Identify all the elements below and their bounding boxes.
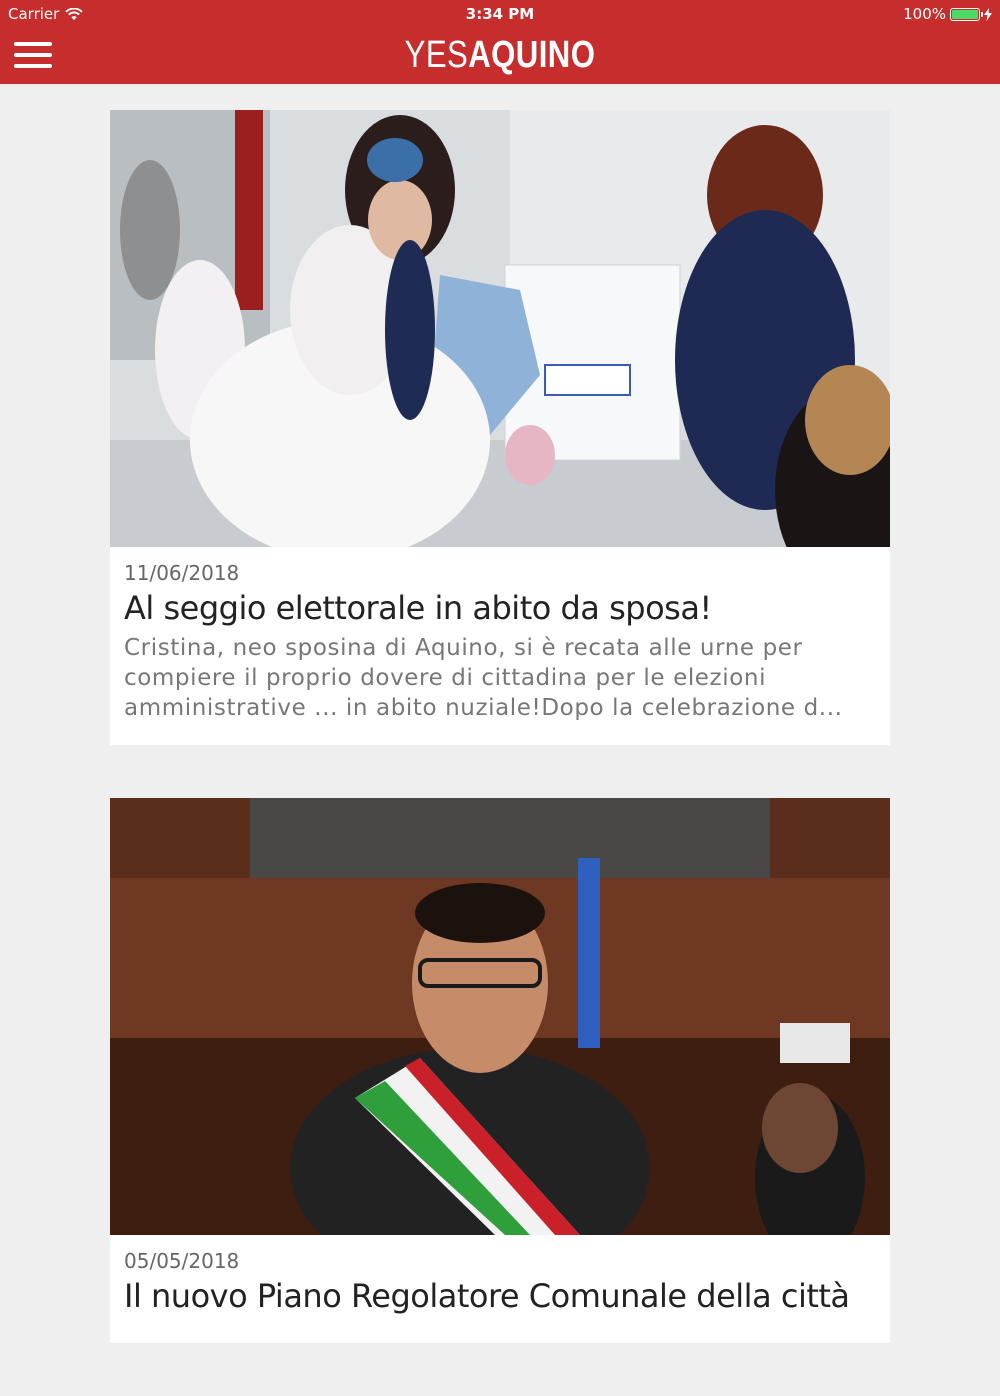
clock: 3:34 PM [465, 5, 535, 23]
article-card[interactable]: 11/06/2018 Al seggio elettorale in abito… [110, 110, 890, 745]
logo-yes: YES [404, 34, 469, 76]
mayor-photo [110, 798, 890, 1235]
app-header: YESAQUINO [0, 28, 1000, 84]
status-bar: Carrier 3:34 PM 100% [0, 0, 1000, 28]
wedding-photo [110, 110, 890, 547]
article-image-wedding[interactable] [110, 110, 890, 547]
article-feed: 11/06/2018 Al seggio elettorale in abito… [110, 110, 890, 1396]
battery-percent: 100% [903, 5, 946, 23]
article-excerpt: Cristina, neo sposina di Aquino, si è re… [124, 635, 843, 721]
article-title[interactable]: Il nuovo Piano Regolatore Comunale della… [124, 1277, 876, 1315]
hamburger-menu-icon[interactable] [14, 42, 52, 70]
article-date: 05/05/2018 [124, 1249, 240, 1273]
article-title[interactable]: Al seggio elettorale in abito da sposa! [124, 589, 876, 627]
battery-icon [950, 7, 983, 21]
app-logo[interactable]: YESAQUINO [90, 34, 910, 77]
article-date: 11/06/2018 [124, 561, 240, 585]
article-image-mayor[interactable] [110, 798, 890, 1235]
charging-icon [984, 7, 992, 21]
logo-aquino: AQUINO [468, 34, 596, 76]
article-card[interactable]: 05/05/2018 Il nuovo Piano Regolatore Com… [110, 798, 890, 1343]
